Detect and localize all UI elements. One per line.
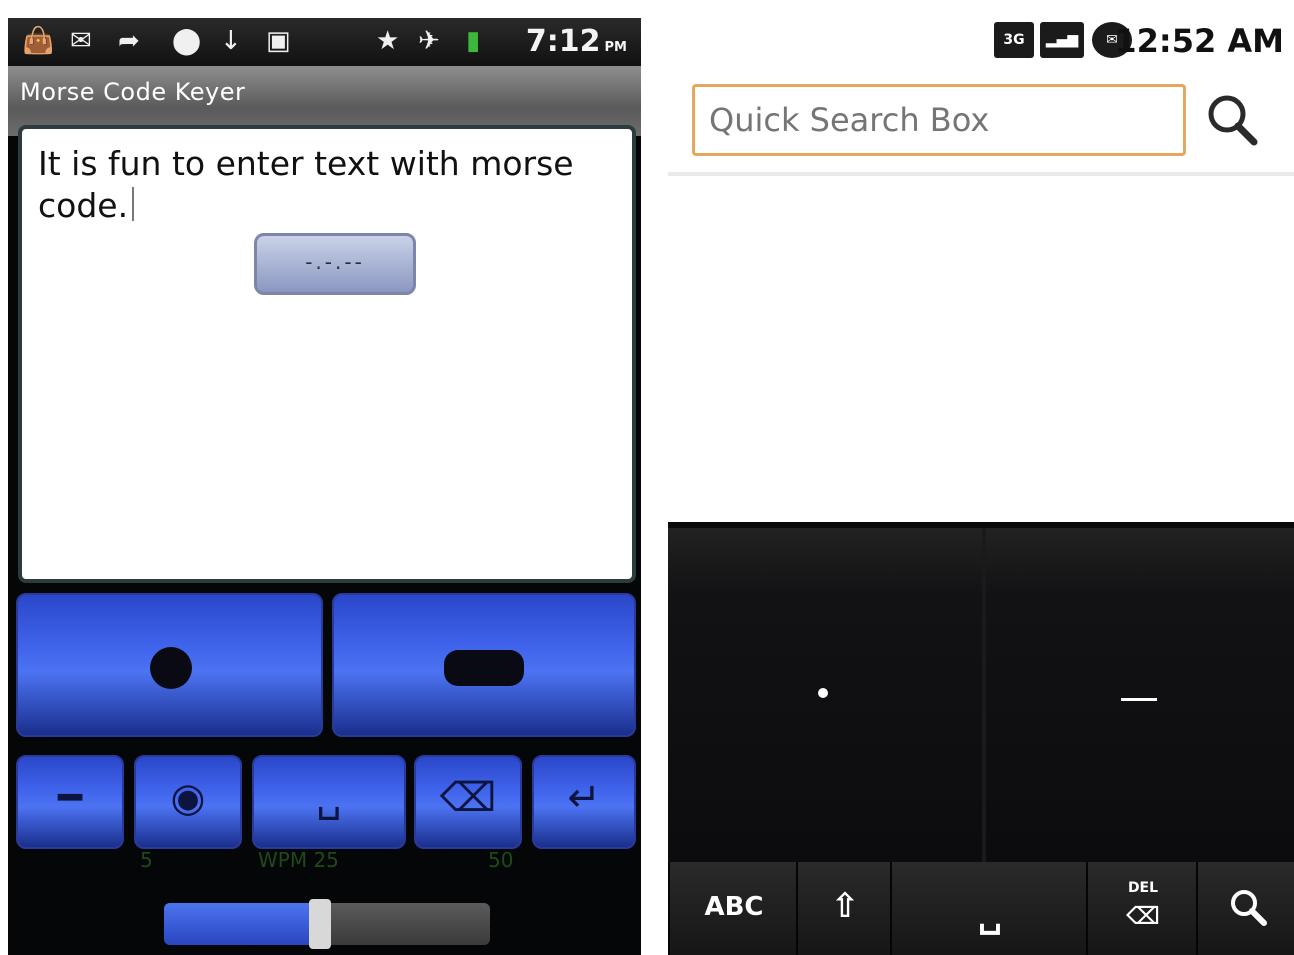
- dot-key[interactable]: [16, 593, 323, 737]
- wpm-max: 50: [488, 848, 514, 872]
- enter-icon: ↵: [567, 775, 601, 821]
- wpm-label: WPM 25: [258, 848, 339, 872]
- app-title: Morse Code Keyer: [20, 78, 246, 106]
- morse-keyer-phone: 👜 ✉ ➦ ⬤ ↓ ▣ ★ ✈ ▮ 7:12 PM Morse Code Keye…: [8, 18, 641, 955]
- backspace-icon: ⌫: [1126, 902, 1160, 930]
- status-bar: 👜 ✉ ➦ ⬤ ↓ ▣ ★ ✈ ▮ 7:12 PM: [8, 18, 641, 66]
- dash-key[interactable]: [332, 593, 636, 737]
- text-cursor: [132, 187, 135, 221]
- morse-preview-button[interactable]: -.-.--: [254, 233, 416, 295]
- status-time: 7:12 PM: [525, 24, 627, 59]
- settings-key[interactable]: ◉: [134, 755, 242, 849]
- share-icon: ➦: [118, 26, 140, 56]
- mail-icon: ✉: [70, 26, 92, 56]
- kb-dot-key[interactable]: [668, 528, 986, 864]
- wpm-slider-thumb[interactable]: [309, 899, 332, 949]
- wpm-slider[interactable]: [164, 899, 490, 949]
- dot-icon: [150, 647, 192, 689]
- airplane-icon: ✈: [418, 26, 440, 56]
- kb-dash-key[interactable]: [986, 528, 1294, 864]
- 3g-icon: 3G: [994, 22, 1034, 58]
- wpm-min: 5: [140, 848, 153, 872]
- abc-icon: ━: [57, 775, 83, 821]
- battery-icon: ▮: [466, 26, 481, 56]
- dot-icon: [818, 688, 828, 698]
- text-editor[interactable]: It is fun to enter text with morse code.…: [18, 125, 636, 583]
- morse-keyboard: ABC ⇧ ␣ DEL ⌫: [668, 522, 1294, 955]
- dash-icon: [444, 650, 524, 686]
- quick-search-phone: 3G ▂▄▆ ✉ 12:52 AM ABC ⇧ ␣ DEL ⌫: [668, 0, 1294, 955]
- abc-label: ABC: [704, 892, 764, 922]
- android-icon: ⬤: [172, 26, 202, 56]
- kb-delete-key[interactable]: DEL ⌫: [1086, 862, 1198, 955]
- space-key[interactable]: ␣: [252, 755, 406, 849]
- space-icon: ␣: [977, 896, 1003, 936]
- search-button[interactable]: [1200, 88, 1266, 154]
- kb-shift-key[interactable]: ⇧: [796, 862, 892, 955]
- kb-space-key[interactable]: ␣: [890, 862, 1088, 955]
- wpm-labels: 5 WPM 25 50: [8, 848, 641, 878]
- status-bar: 3G ▂▄▆ ✉ 12:52 AM: [668, 14, 1294, 66]
- bag-icon: 👜: [22, 26, 55, 56]
- abc-key[interactable]: ━: [16, 755, 124, 849]
- usb-icon: ↓: [220, 26, 242, 56]
- wpm-slider-fill: [164, 903, 321, 945]
- backspace-key[interactable]: ⌫: [414, 755, 522, 849]
- search-results-area: [668, 176, 1294, 516]
- search-icon: [1208, 95, 1258, 146]
- status-time: 12:52 AM: [1114, 22, 1284, 60]
- search-icon: [1231, 890, 1267, 926]
- quick-search-input[interactable]: [692, 84, 1186, 156]
- dash-icon: [1121, 698, 1157, 701]
- space-icon: ␣: [316, 775, 342, 821]
- signal-icon: ▂▄▆: [1040, 22, 1084, 58]
- kb-abc-key[interactable]: ABC: [668, 862, 798, 955]
- shift-icon: ⇧: [830, 886, 860, 926]
- delete-label: DEL: [1127, 880, 1159, 896]
- backspace-icon: ⌫: [439, 775, 497, 821]
- kb-search-key[interactable]: [1196, 862, 1294, 955]
- bluetooth-icon: ★: [376, 26, 400, 56]
- editor-text: It is fun to enter text with morse code.: [38, 144, 574, 225]
- enter-key[interactable]: ↵: [532, 755, 636, 849]
- settings-icon: ◉: [170, 775, 206, 821]
- image-icon: ▣: [266, 26, 291, 56]
